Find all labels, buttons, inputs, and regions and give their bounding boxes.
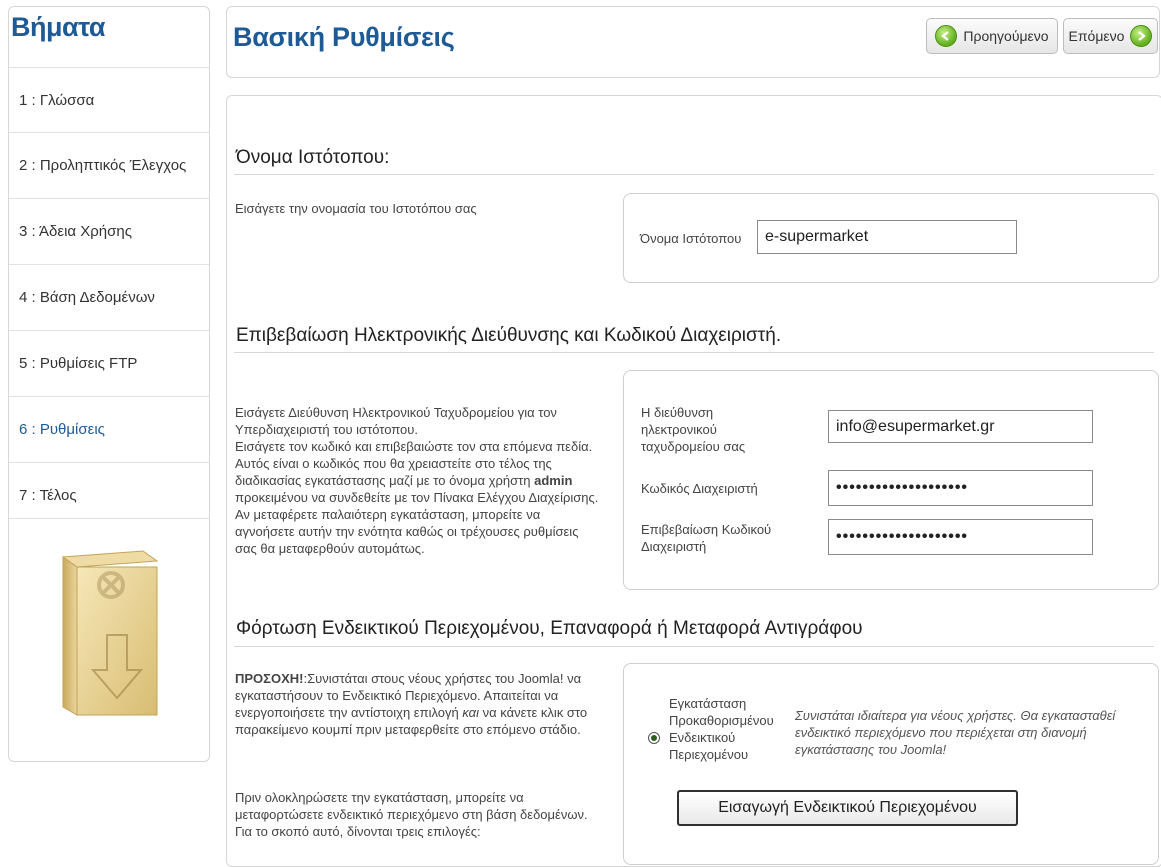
previous-button[interactable]: Προηγούμενο	[926, 18, 1058, 54]
desc-line: Αν μεταφέρετε παλαιότερη εγκατάσταση, μπ…	[235, 507, 541, 522]
section-divider	[234, 352, 1154, 353]
desc-line: Υπερδιαχειριστή του ιστότοπου.	[235, 422, 418, 437]
desc-line: Εισάγετε τον κωδικό και επιβεβαιώστε τον…	[235, 439, 593, 454]
desc-line: Πριν ολοκληρώσετε την εγκατάσταση, μπορε…	[235, 790, 524, 805]
confirm-password-label: Επιβεβαίωση Κωδικού Διαχειριστή	[641, 521, 771, 555]
site-name-description: Εισάγετε την ονομασία του Ιστοτόπου σας	[235, 201, 477, 216]
site-name-section-title: Όνομα Ιστότοπου:	[236, 147, 390, 168]
sidebar-step-ftp[interactable]: 5 : Ρυθμίσεις FTP	[9, 330, 209, 386]
desc-text: να κάνετε κλικ στο	[479, 705, 588, 720]
page-title: Βασική Ρυθμίσεις	[233, 22, 455, 52]
label-line: Προκαθορισμένου	[669, 713, 774, 728]
site-name-label: Όνομα Ιστότοπου	[640, 231, 742, 246]
hint-line: ενδεικτικό περιεχόμενο που περιέχεται στ…	[795, 725, 1087, 740]
sample-warning: ΠΡΟΣΟΧΗ!:Συνιστάται στους νέους χρήστες …	[235, 670, 620, 738]
desc-text: ενεργοποιήσετε την αντίστοιχη επιλογή	[235, 705, 463, 720]
arrow-left-icon	[935, 25, 958, 47]
step-label: 4 : Βάση Δεδομένων	[19, 289, 155, 306]
password-label: Κωδικός Διαχειριστή	[641, 481, 758, 496]
desc-line: εγκαταστήσουν το Ενδεικτικό Περιεχόμενο.…	[235, 688, 559, 703]
label-line: Διαχειριστή	[641, 539, 707, 554]
install-sample-radio[interactable]	[648, 732, 660, 744]
desc-line: Εισάγετε Διεύθυνση Ηλεκτρονικού Ταχυδρομ…	[235, 405, 557, 420]
section-divider	[234, 646, 1154, 647]
label-line: Η διεύθυνση	[641, 405, 714, 420]
install-sample-hint: Συνιστάται ιδιαίτερα για νέους χρήστες. …	[795, 707, 1115, 758]
password-input[interactable]: ••••••••••••••••••••	[828, 470, 1093, 506]
install-sample-button[interactable]: Εισαγωγή Ενδεικτικού Περιεχομένου	[677, 790, 1018, 826]
confirm-password-input[interactable]: ••••••••••••••••••••	[828, 519, 1093, 555]
label-line: Εγκατάσταση	[669, 696, 747, 711]
step-label: 6 : Ρυθμίσεις	[19, 421, 105, 438]
install-sample-label: Εγκατάσταση Προκαθορισμένου Ενδεικτικού …	[669, 695, 774, 763]
sidebar-step-settings[interactable]: 6 : Ρυθμίσεις	[9, 396, 209, 452]
install-package-icon	[61, 550, 159, 716]
sidebar-title: Βήματα	[11, 12, 106, 42]
admin-username-text: admin	[534, 473, 573, 488]
email-label: Η διεύθυνση ηλεκτρονικού ταχυδρομείου σα…	[641, 404, 745, 455]
desc-line: Αυτός είναι ο κωδικός που θα χρειαστείτε…	[235, 456, 552, 471]
desc-line: ΠΡΟΣΟΧΗ!:Συνιστάται στους νέους χρήστες …	[235, 670, 620, 687]
desc-line: προκειμένου να συνδεθείτε με τον Πίνακα …	[235, 490, 599, 505]
admin-section-title: Επιβεβαίωση Ηλεκτρονικής Διεύθυνσης και …	[236, 325, 782, 346]
sidebar-step-language[interactable]: 1 : Γλώσσα	[9, 67, 209, 123]
desc-line: σας θα μεταφερθούν αυτομάτως.	[235, 541, 425, 556]
desc-text: διαδικασίας εγκατάστασης μαζί με το όνομ…	[235, 473, 535, 488]
step-label: 5 : Ρυθμίσεις FTP	[19, 355, 138, 372]
hint-line: Συνιστάται ιδιαίτερα για νέους χρήστες. …	[795, 708, 1116, 723]
email-input[interactable]: info@esupermarket.gr	[828, 410, 1093, 443]
label-line: Επιβεβαίωση Κωδικού	[641, 522, 772, 537]
sample-content-fieldset	[623, 663, 1159, 865]
next-label: Επόμενο	[1068, 28, 1125, 44]
step-label: 2 : Προληπτικός Έλεγχος	[19, 157, 187, 174]
desc-text: και	[462, 705, 479, 720]
desc-line: ενεργοποιήσετε την αντίστοιχη επιλογή κα…	[235, 704, 620, 721]
step-label: 3 : Άδεια Χρήσης	[19, 223, 132, 240]
desc-line: Για το σκοπό αυτό, δίνονται τρεις επιλογ…	[235, 824, 481, 839]
sidebar-step-database[interactable]: 4 : Βάση Δεδομένων	[9, 264, 209, 320]
sidebar-step-finish[interactable]: 7 : Τέλος	[9, 462, 209, 519]
sidebar-step-precheck[interactable]: 2 : Προληπτικός Έλεγχος	[9, 132, 209, 188]
sidebar-step-license[interactable]: 3 : Άδεια Χρήσης	[9, 198, 209, 254]
label-line: Ενδεικτικού	[669, 730, 736, 745]
previous-label: Προηγούμενο	[963, 28, 1049, 44]
admin-description: Εισάγετε Διεύθυνση Ηλεκτρονικού Ταχυδρομ…	[235, 404, 620, 557]
hint-line: εγκατάστασης του Joomla!	[795, 742, 947, 757]
desc-line: διαδικασίας εγκατάστασης μαζί με το όνομ…	[235, 472, 620, 489]
label-line: ηλεκτρονικού	[641, 422, 717, 437]
desc-text: :Συνιστάται στους νέους χρήστες του Joom…	[303, 671, 582, 686]
desc-line: αγνοήσετε αυτήν την ενότητα καθώς οι τρέ…	[235, 524, 579, 539]
desc-line: μεταφορτώσετε ενδεικτικό περιεχόμενο στη…	[235, 807, 588, 822]
arrow-right-icon	[1130, 25, 1153, 47]
site-name-input[interactable]: e-supermarket	[757, 220, 1017, 254]
sample-content-section-title: Φόρτωση Ενδεικτικού Περιεχομένου, Επαναφ…	[236, 618, 863, 639]
step-label: 1 : Γλώσσα	[19, 92, 95, 109]
label-line: Περιεχομένου	[669, 747, 749, 762]
next-button[interactable]: Επόμενο	[1063, 18, 1158, 54]
section-divider	[234, 174, 1154, 175]
warning-label: ΠΡΟΣΟΧΗ!	[235, 671, 304, 686]
step-label: 7 : Τέλος	[19, 487, 77, 504]
desc-line: παρακείμενο κουμπί πριν μεταφερθείτε στο…	[235, 722, 581, 737]
sample-options-intro: Πριν ολοκληρώσετε την εγκατάσταση, μπορε…	[235, 789, 620, 840]
label-line: ταχυδρομείου σας	[641, 439, 746, 454]
